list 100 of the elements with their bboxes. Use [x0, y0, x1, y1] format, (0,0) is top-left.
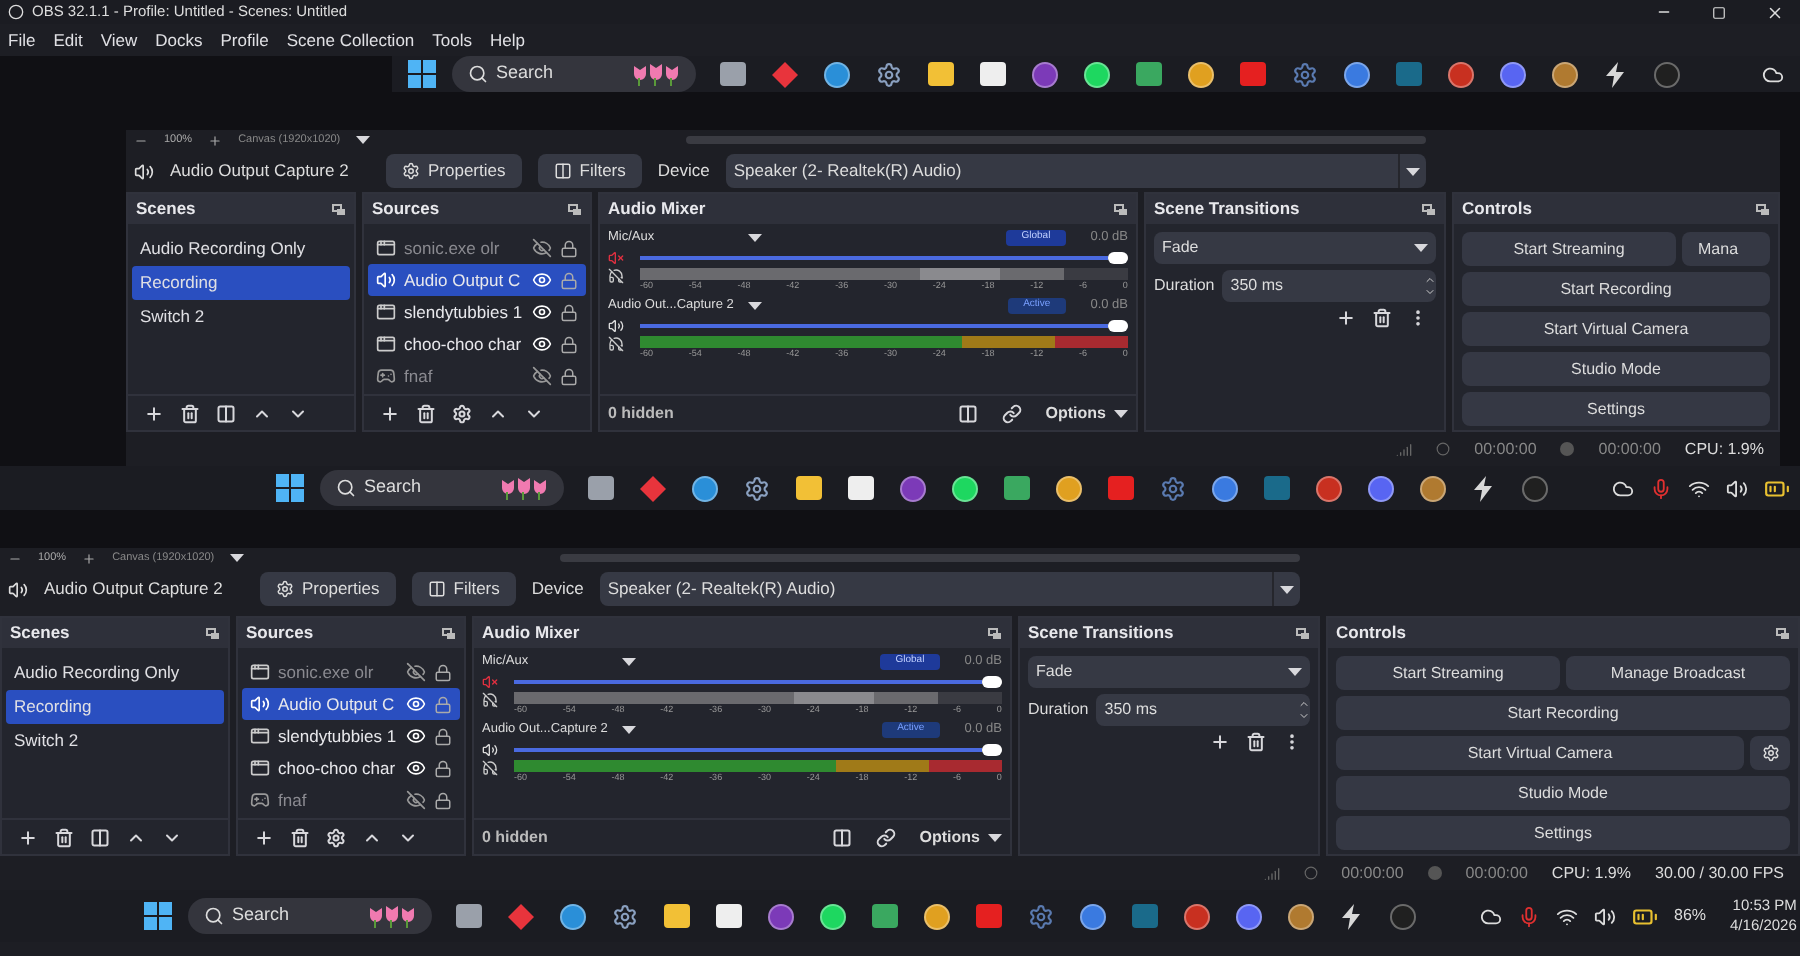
filter-icon[interactable]: [216, 403, 236, 423]
lock-icon[interactable]: [434, 791, 452, 809]
trash-icon[interactable]: [1246, 732, 1266, 752]
control-button[interactable]: Mana: [1682, 232, 1770, 266]
speaker-icon[interactable]: [482, 742, 498, 758]
scene-item[interactable]: Switch 2: [132, 300, 350, 334]
eye-off-icon[interactable]: [532, 238, 552, 258]
transition-select[interactable]: Fade: [1028, 656, 1310, 688]
control-button[interactable]: Studio Mode: [1462, 352, 1770, 386]
battery-icon[interactable]: [1632, 903, 1658, 929]
source-item[interactable]: sonic.exe olr: [368, 232, 586, 264]
muted-speaker-icon[interactable]: [482, 674, 498, 690]
source-item[interactable]: Audio Output C: [368, 264, 586, 296]
speaker-icon[interactable]: [1594, 905, 1616, 927]
lock-icon[interactable]: [434, 663, 452, 681]
menu-item[interactable]: Help: [490, 27, 525, 53]
gear-icon[interactable]: [612, 903, 638, 929]
windows-logo-icon[interactable]: [408, 60, 436, 88]
bird-icon[interactable]: [1448, 61, 1474, 87]
lock-icon[interactable]: [434, 727, 452, 745]
tile-icon[interactable]: [1132, 904, 1158, 928]
menu-item[interactable]: View: [100, 27, 138, 53]
source-item[interactable]: fnaf: [242, 784, 460, 816]
control-button[interactable]: Start Recording: [1462, 272, 1770, 306]
eye-off-icon[interactable]: [406, 790, 426, 810]
character-icon[interactable]: [1420, 475, 1446, 501]
menu-item[interactable]: Profile: [220, 27, 269, 53]
filters-button[interactable]: Filters: [537, 154, 642, 188]
menu-item[interactable]: Docks: [155, 27, 203, 53]
cloud-icon[interactable]: [1612, 477, 1634, 499]
record-icon[interactable]: [1654, 61, 1680, 87]
headphones-icon[interactable]: [482, 692, 498, 708]
eye-off-icon[interactable]: [532, 366, 552, 386]
control-button[interactable]: Start Virtual Camera: [1462, 312, 1770, 346]
source-item[interactable]: choo-choo char: [368, 328, 586, 360]
search-field[interactable]: Search: [320, 470, 564, 506]
drop-icon[interactable]: [1080, 903, 1106, 929]
chat-icon[interactable]: [1236, 903, 1262, 929]
undock-icon[interactable]: [442, 627, 456, 639]
add-icon[interactable]: [18, 827, 38, 847]
eye-off-icon[interactable]: [406, 662, 426, 682]
eye-icon[interactable]: [532, 334, 552, 354]
spin-down-icon[interactable]: [1298, 710, 1310, 722]
transition-select[interactable]: Fade: [1154, 232, 1436, 264]
trash-icon[interactable]: [290, 827, 310, 847]
source-item[interactable]: choo-choo char: [242, 752, 460, 784]
gear-icon[interactable]: [1292, 61, 1318, 87]
volume-slider[interactable]: [640, 252, 1128, 264]
trash-icon[interactable]: [1372, 308, 1392, 328]
menu-item[interactable]: Scene Collection: [286, 27, 415, 53]
control-button[interactable]: Start Streaming: [1336, 656, 1560, 690]
scene-item[interactable]: Recording: [6, 690, 224, 724]
lock-icon[interactable]: [560, 303, 578, 321]
add-icon[interactable]: [1336, 308, 1356, 328]
eye-icon[interactable]: [532, 270, 552, 290]
chat-icon[interactable]: [1368, 475, 1394, 501]
undock-icon[interactable]: [1756, 203, 1770, 215]
speaker-icon[interactable]: [1726, 477, 1748, 499]
tile-icon[interactable]: [1396, 62, 1422, 86]
cloud-icon[interactable]: [1762, 63, 1784, 85]
lock-icon[interactable]: [560, 335, 578, 353]
microphone-icon[interactable]: [1518, 905, 1540, 927]
drop-icon[interactable]: [1212, 475, 1238, 501]
lock-icon[interactable]: [560, 367, 578, 385]
settings-button[interactable]: [1750, 736, 1790, 770]
bird-icon[interactable]: [1184, 903, 1210, 929]
scene-item[interactable]: Audio Recording Only: [132, 232, 350, 266]
control-button[interactable]: Settings: [1462, 392, 1770, 426]
lightning-icon[interactable]: [1472, 475, 1496, 501]
settings-icon[interactable]: [452, 403, 472, 423]
search-field[interactable]: Search: [188, 898, 432, 934]
diamond-icon[interactable]: [508, 903, 534, 929]
scene-item[interactable]: Recording: [132, 266, 350, 300]
device-select[interactable]: Speaker (2- Realtek(R) Audio): [725, 154, 1426, 188]
source-item[interactable]: fnaf: [368, 360, 586, 392]
scene-item[interactable]: Audio Recording Only: [6, 656, 224, 690]
drop-icon[interactable]: [1344, 61, 1370, 87]
volume-slider[interactable]: [514, 676, 1002, 688]
wifi-icon[interactable]: [1688, 477, 1710, 499]
eye-icon[interactable]: [406, 758, 426, 778]
trash-icon[interactable]: [416, 403, 436, 423]
menu-item[interactable]: Tools: [432, 27, 472, 53]
eye-icon[interactable]: [406, 726, 426, 746]
spin-down-icon[interactable]: [1424, 286, 1436, 298]
add-icon[interactable]: [1210, 732, 1230, 752]
control-button[interactable]: Start Recording: [1336, 696, 1790, 730]
trash-icon[interactable]: [180, 403, 200, 423]
orb-icon[interactable]: [768, 903, 794, 929]
settings-icon[interactable]: [326, 827, 346, 847]
options-button[interactable]: Options: [919, 825, 1002, 849]
spin-up-icon[interactable]: [1424, 274, 1436, 286]
undock-icon[interactable]: [1114, 203, 1128, 215]
menu-item[interactable]: File: [8, 27, 36, 53]
zoom-in-icon[interactable]: [208, 133, 223, 147]
source-item[interactable]: slendytubbies 1: [242, 720, 460, 752]
record-icon[interactable]: [1390, 903, 1416, 929]
duration-field[interactable]: 350 ms: [1222, 270, 1436, 302]
add-icon[interactable]: [380, 403, 400, 423]
add-icon[interactable]: [144, 403, 164, 423]
chat-icon[interactable]: [1500, 61, 1526, 87]
